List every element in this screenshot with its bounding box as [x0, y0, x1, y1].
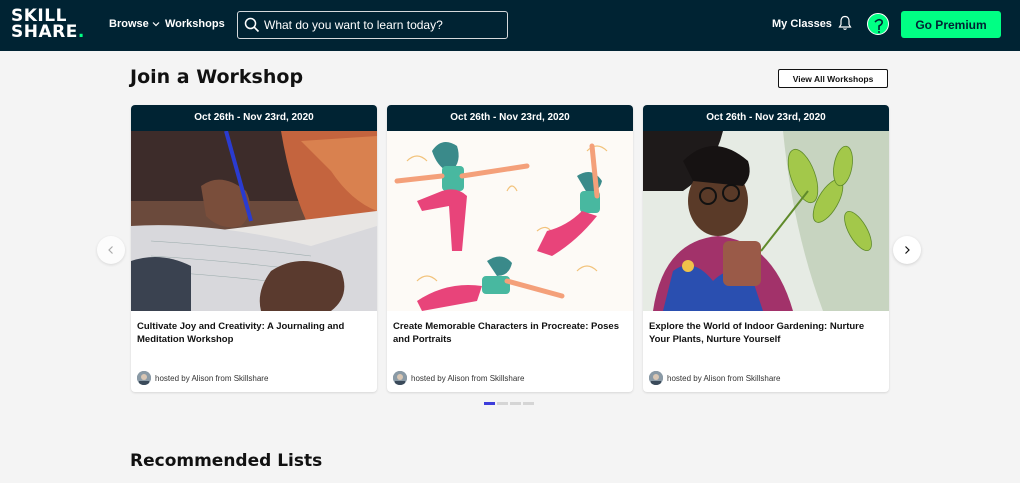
workshop-title[interactable]: Cultivate Joy and Creativity: A Journali… [131, 311, 377, 371]
my-classes-link[interactable]: My Classes [772, 18, 832, 30]
host-avatar [393, 371, 407, 385]
workshop-title[interactable]: Create Memorable Characters in Procreate… [387, 311, 633, 371]
workshop-thumbnail[interactable] [387, 131, 633, 311]
search-bar[interactable] [237, 11, 508, 39]
chevron-left-icon [108, 246, 113, 254]
browse-label: Browse [109, 18, 149, 30]
host-label: hosted by Alison from Skillshare [155, 373, 269, 383]
carousel-dot[interactable] [510, 402, 521, 405]
host-avatar [649, 371, 663, 385]
carousel-dot[interactable] [497, 402, 508, 405]
workshop-host: hosted by Alison from Skillshare [387, 371, 633, 385]
workshop-date: Oct 26th - Nov 23rd, 2020 [643, 105, 889, 131]
bell-icon[interactable] [838, 15, 852, 31]
workshop-date: Oct 26th - Nov 23rd, 2020 [131, 105, 377, 131]
section-title: Join a Workshop [130, 66, 304, 88]
chevron-down-icon [152, 22, 160, 27]
user-avatar[interactable] [867, 13, 889, 35]
carousel-pagination [484, 402, 534, 405]
workshop-thumbnail[interactable] [643, 131, 889, 311]
go-premium-button[interactable]: Go Premium [901, 11, 1001, 38]
carousel-dot[interactable] [523, 402, 534, 405]
top-navigation-bar: SKILL SHARE. Browse Workshops My Classes… [0, 0, 1020, 51]
workshop-date: Oct 26th - Nov 23rd, 2020 [387, 105, 633, 131]
chevron-right-icon [905, 246, 910, 254]
carousel-next-button[interactable] [893, 236, 921, 264]
logo-dot: . [77, 22, 85, 42]
search-icon [244, 17, 260, 33]
carousel-prev-button[interactable] [97, 236, 125, 264]
workshop-title[interactable]: Explore the World of Indoor Gardening: N… [643, 311, 889, 371]
recommended-lists-title: Recommended Lists [130, 451, 323, 471]
carousel-dot[interactable] [484, 402, 495, 405]
host-label: hosted by Alison from Skillshare [667, 373, 781, 383]
host-avatar [137, 371, 151, 385]
workshop-host: hosted by Alison from Skillshare [131, 371, 377, 385]
workshop-card[interactable]: Oct 26th - Nov 23rd, 2020 Create Memorab… [387, 105, 633, 392]
workshop-card[interactable]: Oct 26th - Nov 23rd, 2020 Explore the Wo… [643, 105, 889, 392]
workshop-card[interactable]: Oct 26th - Nov 23rd, 2020 Cultivate Joy … [131, 105, 377, 392]
skillshare-logo[interactable]: SKILL SHARE. [11, 8, 85, 42]
host-label: hosted by Alison from Skillshare [411, 373, 525, 383]
browse-menu[interactable]: Browse [109, 18, 160, 30]
workshop-host: hosted by Alison from Skillshare [643, 371, 889, 385]
view-all-workshops-button[interactable]: View All Workshops [778, 69, 888, 88]
workshops-link[interactable]: Workshops [165, 18, 225, 30]
search-input[interactable] [264, 18, 504, 32]
workshop-thumbnail[interactable] [131, 131, 377, 311]
logo-line-2: SHARE [11, 22, 78, 42]
